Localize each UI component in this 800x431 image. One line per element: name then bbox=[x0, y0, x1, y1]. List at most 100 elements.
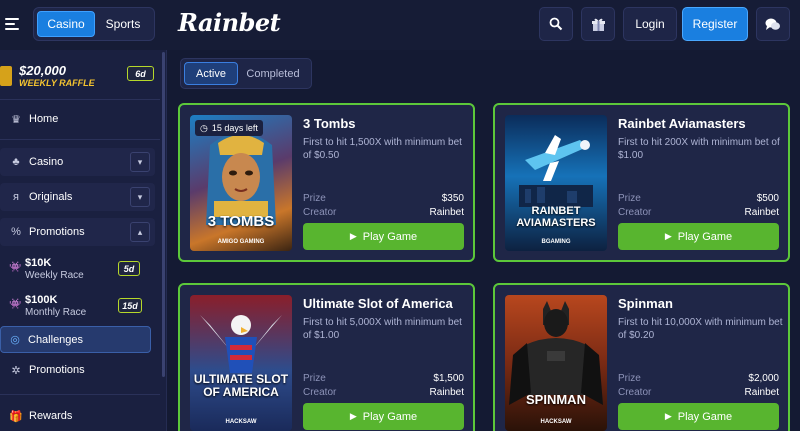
tab-active[interactable]: Active bbox=[184, 62, 238, 85]
race-amount: $10K bbox=[25, 257, 52, 269]
sidebar-item-label: Home bbox=[29, 113, 59, 125]
card-description: First to hit 5,000X with minimum bet of … bbox=[303, 317, 462, 341]
prize-label: Prize bbox=[618, 193, 641, 204]
percent-icon: ✲ bbox=[11, 364, 21, 377]
divider bbox=[0, 99, 160, 100]
divider bbox=[0, 394, 160, 395]
logo[interactable]: Rainbet bbox=[178, 8, 281, 37]
clock-icon: ◷ bbox=[200, 122, 208, 133]
mode-toggle: Casino Sports bbox=[33, 7, 155, 41]
thumb-title: SPINMAN bbox=[526, 392, 586, 407]
casino-tab[interactable]: Casino bbox=[37, 11, 95, 37]
thumb-provider: HACKSAW bbox=[225, 419, 257, 425]
search-icon bbox=[549, 17, 563, 31]
raffle-time-badge: 6d bbox=[127, 66, 154, 81]
play-icon: ▶ bbox=[664, 411, 672, 421]
monthly-race[interactable]: 👾 $100K Monthly Race 15d bbox=[0, 292, 150, 322]
game-thumbnail[interactable]: RAINBET AVIAMASTERS BGAMING bbox=[505, 115, 607, 251]
raffle-label: WEEKLY RAFFLE bbox=[19, 78, 95, 88]
creator-value: Rainbet bbox=[744, 387, 779, 398]
gift-icon bbox=[591, 18, 605, 31]
play-label: Play Game bbox=[677, 410, 733, 423]
race-icon: 👾 bbox=[9, 262, 22, 273]
eagle-illustration bbox=[200, 315, 282, 373]
sports-tab[interactable]: Sports bbox=[95, 11, 151, 37]
creator-value: Rainbet bbox=[429, 387, 464, 398]
sidebar-item-rewards[interactable]: 🎁 Rewards bbox=[0, 402, 155, 430]
creator-value: Rainbet bbox=[744, 207, 779, 218]
register-button[interactable]: Register bbox=[682, 7, 748, 41]
creator-label: Creator bbox=[303, 207, 337, 218]
gift-icon: 🎁 bbox=[9, 410, 23, 423]
play-game-button[interactable]: ▶ Play Game bbox=[303, 223, 464, 250]
creator-value: Rainbet bbox=[429, 207, 464, 218]
days-left-label: 15 days left bbox=[211, 123, 258, 133]
menu-icon[interactable] bbox=[5, 18, 19, 30]
raffle-amount: $20,000 bbox=[19, 63, 66, 78]
sidebar-item-casino[interactable]: ♣ Casino ▾ bbox=[0, 148, 155, 176]
race-label: Monthly Race bbox=[25, 307, 87, 318]
sidebar-item-label: Promotions bbox=[29, 364, 85, 376]
sidebar-item-home[interactable]: ♛ Home bbox=[0, 105, 155, 133]
airplane-illustration bbox=[519, 135, 593, 207]
sidebar: $20,000 WEEKLY RAFFLE 6d ♛ Home ♣ Casino… bbox=[0, 50, 167, 431]
weekly-race[interactable]: 👾 $10K Weekly Race 5d bbox=[0, 255, 150, 285]
game-thumbnail[interactable]: ULTIMATE SLOT OF AMERICA HACKSAW bbox=[190, 295, 292, 431]
weekly-raffle[interactable]: $20,000 WEEKLY RAFFLE 6d bbox=[0, 58, 160, 94]
chevron-down-icon[interactable]: ▾ bbox=[130, 187, 150, 207]
thumb-title: 3 TOMBS bbox=[207, 213, 275, 230]
play-game-button[interactable]: ▶ Play Game bbox=[303, 403, 464, 430]
play-label: Play Game bbox=[362, 230, 418, 243]
card-title: Spinman bbox=[618, 296, 673, 311]
chat-icon bbox=[765, 18, 780, 30]
top-bar: Casino Sports Rainbet Login Register bbox=[0, 0, 800, 50]
sidebar-item-challenges[interactable]: ◎ Challenges bbox=[0, 326, 151, 353]
play-icon: ▶ bbox=[349, 411, 357, 421]
search-button[interactable] bbox=[539, 7, 573, 41]
sidebar-scrollbar[interactable] bbox=[162, 52, 165, 377]
creator-label: Creator bbox=[303, 387, 337, 398]
play-game-button[interactable]: ▶ Play Game bbox=[618, 223, 779, 250]
sidebar-item-originals[interactable]: ᴙ Originals ▾ bbox=[0, 183, 155, 211]
percent-icon: % bbox=[11, 226, 21, 238]
prize-value: $350 bbox=[441, 193, 464, 204]
card-title: Rainbet Aviamasters bbox=[618, 116, 746, 131]
game-thumbnail[interactable]: SPINMAN HACKSAW bbox=[505, 295, 607, 431]
thumb-provider: HACKSAW bbox=[540, 419, 572, 425]
chevron-down-icon[interactable]: ▾ bbox=[130, 152, 150, 172]
card-description: First to hit 1,500X with minimum bet of … bbox=[303, 137, 462, 161]
login-button[interactable]: Login bbox=[623, 7, 677, 41]
card-title: Ultimate Slot of America bbox=[303, 296, 453, 311]
creator-label: Creator bbox=[618, 207, 652, 218]
creator-label: Creator bbox=[618, 387, 652, 398]
race-icon: 👾 bbox=[9, 299, 22, 310]
sidebar-item-promotions-group[interactable]: % Promotions ▴ bbox=[0, 218, 155, 246]
chat-button[interactable] bbox=[756, 7, 790, 41]
card-description: First to hit 200X with minimum bet of $1… bbox=[618, 137, 780, 161]
sidebar-item-label: Challenges bbox=[28, 333, 84, 346]
prize-value: $1,500 bbox=[433, 373, 464, 384]
sidebar-item-promotions[interactable]: ✲ Promotions bbox=[0, 356, 155, 384]
play-icon: ▶ bbox=[349, 231, 357, 241]
play-game-button[interactable]: ▶ Play Game bbox=[618, 403, 779, 430]
days-left-badge: ◷ 15 days left bbox=[195, 120, 263, 136]
challenge-card: RAINBET AVIAMASTERS BGAMING Rainbet Avia… bbox=[493, 103, 790, 262]
race-time-badge: 15d bbox=[118, 298, 142, 313]
game-thumbnail[interactable]: ◷ 15 days left 3 TOMBS AMIGO GAMING bbox=[190, 115, 292, 251]
challenge-card: ◷ 15 days left 3 TOMBS AMIGO GAMING 3 To… bbox=[178, 103, 475, 262]
gift-button[interactable] bbox=[581, 7, 615, 41]
originals-icon: ᴙ bbox=[13, 191, 19, 203]
sidebar-item-label: Casino bbox=[29, 156, 64, 168]
chevron-up-icon[interactable]: ▴ bbox=[130, 222, 150, 242]
prize-value: $500 bbox=[756, 193, 779, 204]
race-time-badge: 5d bbox=[118, 261, 140, 276]
race-amount: $100K bbox=[25, 294, 58, 306]
play-label: Play Game bbox=[362, 410, 418, 423]
ticket-icon bbox=[0, 66, 12, 86]
tab-completed[interactable]: Completed bbox=[238, 62, 308, 85]
target-icon: ◎ bbox=[10, 334, 20, 346]
play-label: Play Game bbox=[677, 230, 733, 243]
thumb-provider: AMIGO GAMING bbox=[217, 239, 265, 245]
card-title: 3 Tombs bbox=[303, 116, 356, 131]
prize-label: Prize bbox=[303, 373, 326, 384]
